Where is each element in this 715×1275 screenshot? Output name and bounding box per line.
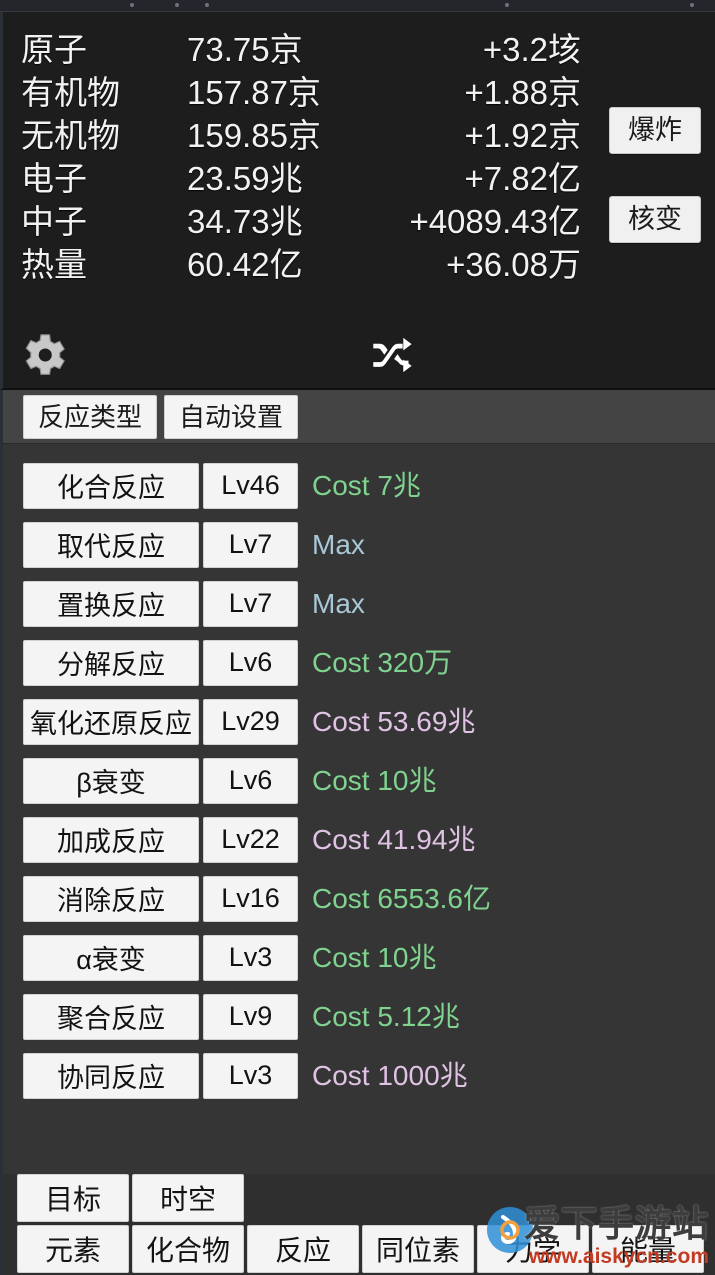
reaction-list: 化合反应Lv46Cost 7兆取代反应Lv7Max置换反应Lv7Max分解反应L… bbox=[0, 444, 715, 1174]
resource-value: 159.85京 bbox=[181, 114, 371, 157]
reaction-row: β衰变Lv6 Cost 10兆 bbox=[3, 751, 715, 810]
resource-row: 中子34.73兆+4089.43亿 bbox=[21, 200, 581, 243]
reaction-row: 聚合反应Lv9 Cost 5.12兆 bbox=[3, 987, 715, 1046]
nav-button-bottom-2[interactable]: 化合物 bbox=[132, 1225, 244, 1273]
reaction-level-button[interactable]: Lv9 bbox=[203, 994, 298, 1040]
reaction-name-button[interactable]: 消除反应 bbox=[23, 876, 199, 922]
nav-row-bottom: 元素化合物反应同位素力学能量 bbox=[3, 1225, 715, 1273]
reaction-name-button[interactable]: 聚合反应 bbox=[23, 994, 199, 1040]
reaction-row: 分解反应Lv6 Cost 320万 bbox=[3, 633, 715, 692]
reaction-cost-label: Cost 7兆 bbox=[312, 472, 421, 500]
reaction-name-button[interactable]: 加成反应 bbox=[23, 817, 199, 863]
reaction-row: α衰变Lv3 Cost 10兆 bbox=[3, 928, 715, 987]
resource-value: 34.73兆 bbox=[181, 200, 371, 243]
reaction-row: 置换反应Lv7 Max bbox=[3, 574, 715, 633]
nav-row-top: 目标时空 bbox=[3, 1174, 715, 1222]
reaction-row: 取代反应Lv7 Max bbox=[3, 515, 715, 574]
reaction-name-button[interactable]: 化合反应 bbox=[23, 463, 199, 509]
reaction-cost-label: Cost 1000兆 bbox=[312, 1062, 468, 1090]
reaction-name-button[interactable]: 分解反应 bbox=[23, 640, 199, 686]
reaction-level-button[interactable]: Lv7 bbox=[203, 522, 298, 568]
bottom-navigation: 目标时空 元素化合物反应同位素力学能量 bbox=[0, 1174, 715, 1275]
resource-row: 有机物157.87京+1.88京 bbox=[21, 71, 581, 114]
reaction-cost-label: Max bbox=[312, 531, 365, 559]
resource-stats-table: 原子73.75京+3.2垓有机物157.87京+1.88京无机物159.85京+… bbox=[21, 28, 581, 286]
reaction-cost-label: Cost 6553.6亿 bbox=[312, 885, 491, 913]
resource-name: 热量 bbox=[21, 243, 181, 286]
resource-delta: +36.08万 bbox=[371, 243, 581, 286]
status-bar-indicator bbox=[205, 3, 209, 7]
resource-delta: +1.88京 bbox=[371, 71, 581, 114]
status-bar-indicator bbox=[175, 3, 179, 7]
tab-1[interactable]: 反应类型 bbox=[23, 395, 157, 439]
reaction-row: 氧化还原反应Lv29 Cost 53.69兆 bbox=[3, 692, 715, 751]
resource-stats-panel: 原子73.75京+3.2垓有机物157.87京+1.88京无机物159.85京+… bbox=[0, 12, 715, 322]
reaction-cost-label: Cost 53.69兆 bbox=[312, 708, 475, 736]
resource-row: 无机物159.85京+1.92京 bbox=[21, 114, 581, 157]
resource-value: 23.59兆 bbox=[181, 157, 371, 200]
reaction-cost-label: Cost 10兆 bbox=[312, 767, 437, 795]
resource-delta: +4089.43亿 bbox=[371, 200, 581, 243]
stats-action-buttons: 爆炸 核变 bbox=[609, 107, 701, 243]
reaction-level-button[interactable]: Lv3 bbox=[203, 1053, 298, 1099]
reaction-level-button[interactable]: Lv7 bbox=[203, 581, 298, 627]
resource-name: 原子 bbox=[21, 28, 181, 71]
nav-button-bottom-4[interactable]: 同位素 bbox=[362, 1225, 474, 1273]
reaction-name-button[interactable]: 氧化还原反应 bbox=[23, 699, 199, 745]
explode-button[interactable]: 爆炸 bbox=[609, 107, 701, 154]
icon-toolbar bbox=[0, 322, 715, 390]
gear-icon[interactable] bbox=[16, 328, 70, 382]
tab-2[interactable]: 自动设置 bbox=[164, 395, 298, 439]
resource-name: 电子 bbox=[21, 157, 181, 200]
resource-name: 有机物 bbox=[21, 71, 181, 114]
reaction-cost-label: Max bbox=[312, 590, 365, 618]
status-bar-indicator bbox=[505, 3, 509, 7]
reaction-cost-label: Cost 320万 bbox=[312, 649, 452, 677]
app-root: 原子73.75京+3.2垓有机物157.87京+1.88京无机物159.85京+… bbox=[0, 0, 715, 1275]
reaction-level-button[interactable]: Lv3 bbox=[203, 935, 298, 981]
resource-delta: +3.2垓 bbox=[371, 28, 581, 71]
nav-button-bottom-1[interactable]: 元素 bbox=[17, 1225, 129, 1273]
resource-row: 原子73.75京+3.2垓 bbox=[21, 28, 581, 71]
nav-button-top-1[interactable]: 目标 bbox=[17, 1174, 129, 1222]
reaction-name-button[interactable]: α衰变 bbox=[23, 935, 199, 981]
shuffle-icon[interactable] bbox=[363, 330, 419, 380]
resource-value: 73.75京 bbox=[181, 28, 371, 71]
reaction-level-button[interactable]: Lv46 bbox=[203, 463, 298, 509]
resource-row: 热量60.42亿+36.08万 bbox=[21, 243, 581, 286]
resource-row: 电子23.59兆+7.82亿 bbox=[21, 157, 581, 200]
nav-button-top-2[interactable]: 时空 bbox=[132, 1174, 244, 1222]
resource-delta: +1.92京 bbox=[371, 114, 581, 157]
reaction-row: 加成反应Lv22 Cost 41.94兆 bbox=[3, 810, 715, 869]
reaction-cost-label: Cost 10兆 bbox=[312, 944, 437, 972]
resource-value: 60.42亿 bbox=[181, 243, 371, 286]
reaction-tab-bar: 反应类型自动设置 bbox=[0, 390, 715, 444]
resource-value: 157.87京 bbox=[181, 71, 371, 114]
nav-button-bottom-5[interactable]: 力学 bbox=[477, 1225, 589, 1273]
reaction-cost-label: Cost 41.94兆 bbox=[312, 826, 475, 854]
reaction-name-button[interactable]: 置换反应 bbox=[23, 581, 199, 627]
reaction-name-button[interactable]: 协同反应 bbox=[23, 1053, 199, 1099]
resource-delta: +7.82亿 bbox=[371, 157, 581, 200]
resource-name: 无机物 bbox=[21, 114, 181, 157]
nav-button-bottom-3[interactable]: 反应 bbox=[247, 1225, 359, 1273]
reaction-cost-label: Cost 5.12兆 bbox=[312, 1003, 460, 1031]
reaction-level-button[interactable]: Lv6 bbox=[203, 758, 298, 804]
reaction-name-button[interactable]: 取代反应 bbox=[23, 522, 199, 568]
system-status-bar bbox=[0, 0, 715, 12]
reaction-level-button[interactable]: Lv6 bbox=[203, 640, 298, 686]
reaction-row: 协同反应Lv3 Cost 1000兆 bbox=[3, 1046, 715, 1105]
reaction-row: 消除反应Lv16 Cost 6553.6亿 bbox=[3, 869, 715, 928]
reaction-row: 化合反应Lv46 Cost 7兆 bbox=[3, 456, 715, 515]
nav-button-bottom-6[interactable]: 能量 bbox=[592, 1225, 704, 1273]
reaction-level-button[interactable]: Lv22 bbox=[203, 817, 298, 863]
reaction-level-button[interactable]: Lv29 bbox=[203, 699, 298, 745]
reaction-level-button[interactable]: Lv16 bbox=[203, 876, 298, 922]
status-bar-indicator bbox=[130, 3, 134, 7]
reaction-name-button[interactable]: β衰变 bbox=[23, 758, 199, 804]
fusion-button[interactable]: 核变 bbox=[609, 196, 701, 243]
status-bar-indicator bbox=[690, 3, 694, 7]
resource-name: 中子 bbox=[21, 200, 181, 243]
